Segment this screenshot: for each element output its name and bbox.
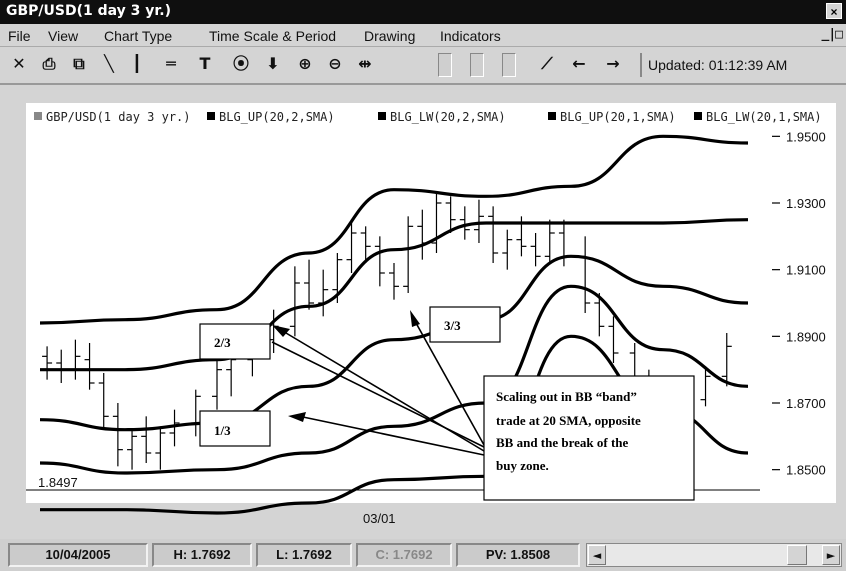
legend-swatch (378, 112, 386, 120)
legend-item: GBP/USD(1 day 3 yr.) (46, 110, 191, 124)
menu-bar: File View Chart Type Time Scale & Period… (0, 24, 846, 47)
window-title: GBP/USD(1 day 3 yr.) (6, 3, 172, 19)
menu-file[interactable]: File (8, 28, 31, 44)
legend-item: BLG_LW(20,2,SMA) (390, 110, 506, 124)
callout-line-1: Scaling out in BB “band” (496, 389, 637, 404)
legend-swatch (548, 112, 556, 120)
horizontal-scrollbar[interactable]: ◄ ► (586, 543, 842, 567)
callout-line-4: buy zone. (496, 458, 549, 473)
toolbar-blank-button[interactable] (470, 53, 484, 77)
vertical-line-icon[interactable]: ┃ (126, 53, 148, 75)
chart-area: GBP/USD(1 day 3 yr.) BLG_UP(20,2,SMA) BLG_… (0, 85, 846, 537)
legend-swatch (34, 112, 42, 120)
window-titlebar: GBP/USD(1 day 3 yr.) × (0, 0, 846, 24)
copy-icon[interactable]: ⧉ (68, 53, 90, 75)
label-1-3: 1/3 (214, 423, 231, 438)
chart-edit-icon[interactable]: ✕ (8, 53, 30, 75)
close-icon[interactable]: × (826, 3, 842, 19)
label-box-3-3 (429, 306, 501, 343)
updated-time: Updated: 01:12:39 AM (648, 57, 788, 73)
horizontal-line-icon[interactable]: ═ (160, 53, 182, 75)
label-box-2-3 (199, 323, 271, 360)
legend-item: BLG_LW(20,1,SMA) (706, 110, 822, 124)
y-tick-label: 1.9100 (786, 263, 826, 278)
menu-drawing[interactable]: Drawing (364, 28, 415, 44)
printer-icon[interactable]: ⎙ (38, 53, 60, 75)
y-tick-label: 1.8900 (786, 329, 826, 344)
menu-chart-type[interactable]: Chart Type (104, 28, 172, 44)
toolbar: ✕ ⎙ ⧉ ╲ ┃ ═ T ⦿ ⬇ ⊕ ⊖ ⇹ ⟋ ← → Updated: 0… (0, 47, 846, 85)
legend-item: BLG_UP(20,1,SMA) (560, 110, 676, 124)
y-tick-label: 1.8700 (786, 396, 826, 411)
status-high: H: 1.7692 (152, 543, 252, 567)
last-value-label: 1.8497 (38, 475, 78, 490)
zoom-in-icon[interactable]: ⊕ (294, 53, 316, 75)
zoom-out-icon[interactable]: ⊖ (324, 53, 346, 75)
circle-marker-icon[interactable]: ⦿ (230, 53, 252, 75)
status-close: C: 1.7692 (356, 543, 452, 567)
x-tick-label: 03/01 (363, 511, 396, 526)
legend-swatch (207, 112, 215, 120)
scroll-left-icon[interactable]: ◄ (588, 545, 606, 565)
callout-line-3: BB and the break of the (496, 435, 629, 450)
callout-line-2: trade at 20 SMA, opposite (496, 413, 641, 428)
toolbar-separator (640, 53, 642, 77)
plot-background (26, 103, 836, 503)
scroll-right-icon[interactable]: ► (822, 545, 840, 565)
status-bar: 10/04/2005 H: 1.7692 L: 1.7692 C: 1.7692… (0, 539, 846, 571)
window-controls[interactable]: _|□ (822, 27, 844, 42)
trend-line-icon[interactable]: ╲ (98, 53, 120, 75)
scroll-thumb[interactable] (787, 545, 807, 565)
status-pv: PV: 1.8508 (456, 543, 580, 567)
label-2-3: 2/3 (214, 335, 231, 350)
y-tick-label: 1.8500 (786, 463, 826, 478)
legend-swatch (694, 112, 702, 120)
menu-time-scale[interactable]: Time Scale & Period (209, 28, 336, 44)
y-tick-label: 1.9500 (786, 129, 826, 144)
label-3-3: 3/3 (444, 318, 461, 333)
arrow-right-icon[interactable]: → (602, 53, 624, 75)
status-low: L: 1.7692 (256, 543, 352, 567)
arrow-down-icon[interactable]: ⬇ (262, 53, 284, 75)
line-chart-icon[interactable]: ⟋ (536, 53, 558, 75)
toolbar-blank-button[interactable] (502, 53, 516, 77)
text-icon[interactable]: T (194, 53, 216, 75)
menu-view[interactable]: View (48, 28, 78, 44)
menu-indicators[interactable]: Indicators (440, 28, 501, 44)
label-box-1-3 (199, 410, 271, 447)
arrow-left-icon[interactable]: ← (568, 53, 590, 75)
status-date: 10/04/2005 (8, 543, 148, 567)
legend-item: BLG_UP(20,2,SMA) (219, 110, 335, 124)
fit-icon[interactable]: ⇹ (354, 53, 376, 75)
y-tick-label: 1.9300 (786, 196, 826, 211)
toolbar-blank-button[interactable] (438, 53, 452, 77)
